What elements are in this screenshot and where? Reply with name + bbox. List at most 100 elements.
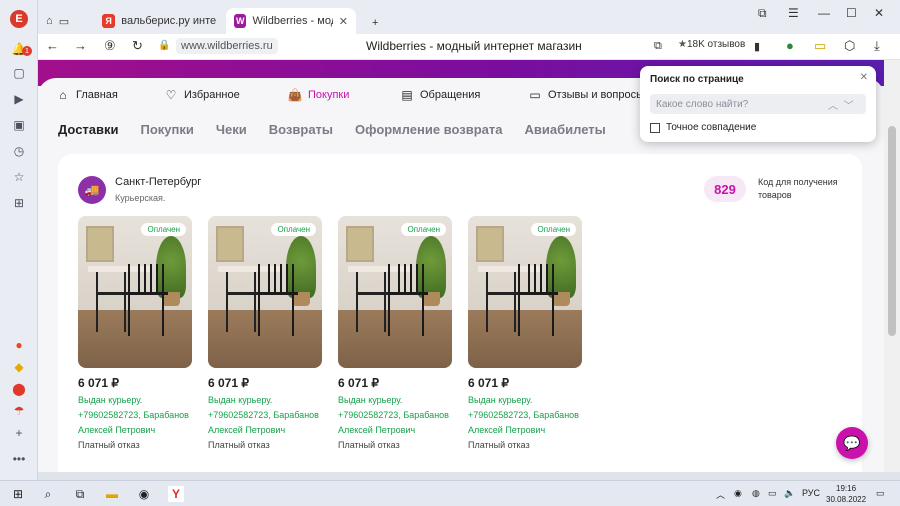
close-window-icon[interactable]: ✕ [874, 6, 884, 20]
message-icon: ▤ [401, 88, 413, 102]
search-icon[interactable]: ⌕ [40, 486, 56, 502]
tab-receipts[interactable]: Чеки [216, 122, 247, 137]
menu-icon[interactable]: ☰ [788, 6, 799, 20]
delivery-card: 🚚 Санкт-Петербург Курьерская. 829 Код дл… [58, 154, 862, 472]
tab-yandex[interactable]: Я вальберис.ру интернет м [94, 8, 224, 34]
collections-icon[interactable]: ▢ [10, 64, 28, 82]
product-card[interactable]: Оплачен 6 071 ₽ Выдан курьеру. +79602582… [338, 216, 454, 450]
exact-match-checkbox[interactable] [650, 122, 660, 133]
tab-wildberries[interactable]: W Wildberries - модный и ✕ [226, 8, 356, 34]
page-scrollbar[interactable] [884, 60, 900, 472]
reviews-button[interactable]: ★18K отзывов [678, 39, 745, 50]
system-clock[interactable]: 19:16 30.08.2022 [826, 483, 866, 505]
reviews-icon: ▭ [529, 88, 541, 102]
url-field[interactable]: www.wildberries.ru [176, 38, 278, 54]
windows-start-icon[interactable]: ⊞ [10, 486, 26, 502]
task-view-icon[interactable]: ⧉ [72, 486, 88, 502]
folder-icon[interactable]: ▭ [59, 15, 69, 28]
protect-icon[interactable]: ⑨ [104, 38, 116, 54]
weather-icon[interactable]: ☂ [10, 402, 28, 420]
product-image[interactable]: Оплачен [338, 216, 452, 368]
chevron-up-icon[interactable]: ︿ [828, 101, 838, 112]
profile-avatar[interactable]: E [10, 10, 28, 28]
download-icon[interactable]: ⤓ [874, 38, 880, 54]
file-explorer-icon[interactable]: ▬ [104, 486, 120, 502]
tab-return-form[interactable]: Оформление возврата [355, 122, 502, 137]
reload-icon[interactable]: ↻ [132, 38, 143, 54]
product-price: 6 071 ₽ [338, 376, 379, 390]
back-icon[interactable]: ← [46, 38, 59, 53]
pickup-code: 829 [704, 176, 746, 202]
new-tab-button[interactable]: + [364, 10, 386, 36]
lock-icon[interactable]: 🔒 [158, 40, 170, 51]
chat-icon: 💬 [843, 434, 861, 451]
nav-favorites[interactable]: ♡ Избранное [164, 88, 240, 102]
battery-icon[interactable]: ▭ [814, 38, 826, 54]
tray-vpn-icon[interactable]: ◍ [752, 488, 760, 499]
nav-requests[interactable]: ▤ Обращения [400, 88, 480, 102]
tab-returns[interactable]: Возвраты [269, 122, 333, 137]
screenshot-icon[interactable]: ▣ [10, 116, 28, 134]
product-card[interactable]: Оплачен 6 071 ₽ Выдан курьеру. +79602582… [468, 216, 584, 450]
minimize-icon[interactable]: — [818, 6, 830, 20]
vpn-icon[interactable]: ● [786, 38, 794, 53]
tab-flights[interactable]: Авиабилеты [525, 122, 606, 137]
tab-deliveries[interactable]: Доставки [58, 122, 119, 137]
scrollbar-thumb[interactable] [888, 126, 896, 336]
maps-icon[interactable]: ⬤ [10, 380, 28, 398]
chat-button[interactable]: 💬 [836, 427, 868, 459]
history-icon[interactable]: ◷ [10, 142, 28, 160]
tabs-overview-icon[interactable]: ⌂ ▭ [38, 8, 77, 34]
product-card[interactable]: Оплачен 6 071 ₽ Выдан курьеру. +79602582… [208, 216, 324, 450]
nav-purchases[interactable]: 👜 Покупки [288, 88, 350, 102]
play-icon[interactable]: ▶ [10, 90, 28, 108]
product-image[interactable]: Оплачен [468, 216, 582, 368]
paid-badge: Оплачен [271, 223, 316, 236]
bookmarks-icon[interactable]: ☆ [10, 168, 28, 186]
paid-refusal-link[interactable]: Платный отказ [208, 440, 324, 450]
chevron-down-icon[interactable]: ﹀ [844, 101, 854, 112]
paid-refusal-link[interactable]: Платный отказ [468, 440, 584, 450]
paid-refusal-link[interactable]: Платный отказ [338, 440, 454, 450]
yandex-favicon-icon: Я [102, 14, 116, 28]
home-icon: ⌂ [59, 88, 67, 102]
maximize-icon[interactable]: ☐ [846, 6, 857, 20]
exact-match-option[interactable]: Точное совпадение [650, 122, 756, 133]
translate-icon[interactable]: ⧉ [654, 40, 662, 53]
nav-reviews[interactable]: ▭ Отзывы и вопросы [528, 88, 644, 102]
volume-icon[interactable]: 🔈 [784, 488, 795, 499]
extensions-icon[interactable]: ⬡ [844, 38, 855, 54]
apps-icon[interactable]: ⊞ [10, 194, 28, 212]
product-card[interactable]: Оплачен 6 071 ₽ Выдан курьеру. +79602582… [78, 216, 194, 450]
forward-icon[interactable]: → [74, 38, 87, 53]
music-icon[interactable]: ● [10, 336, 28, 354]
paid-refusal-link[interactable]: Платный отказ [78, 440, 194, 450]
product-price: 6 071 ₽ [78, 376, 119, 390]
close-tab-icon[interactable]: ✕ [339, 15, 348, 28]
yandex-browser-icon[interactable]: Y [168, 486, 184, 502]
add-panel-icon[interactable]: + [10, 424, 28, 442]
batman-app-icon[interactable]: ◉ [136, 486, 152, 502]
paid-badge: Оплачен [531, 223, 576, 236]
delivery-address: Курьерская. [115, 193, 166, 203]
more-icon[interactable]: ••• [10, 450, 28, 468]
star-icon: ★ [678, 39, 687, 50]
find-navigation[interactable]: ︿ ﹀ [828, 97, 854, 112]
market-icon[interactable]: ◆ [10, 358, 28, 376]
product-image[interactable]: Оплачен [208, 216, 322, 368]
product-image[interactable]: Оплачен [78, 216, 192, 368]
tray-app-icon[interactable]: ◉ [734, 488, 742, 499]
exact-match-label: Точное совпадение [666, 122, 757, 133]
tab-purchases[interactable]: Покупки [141, 122, 194, 137]
close-icon[interactable]: ✕ [860, 72, 868, 83]
tab-manager-icon[interactable]: ⧉ [758, 6, 767, 21]
notifications-icon[interactable]: ▭ [876, 488, 885, 499]
language-indicator[interactable]: РУС [802, 488, 820, 498]
tray-chevron-icon[interactable]: ︿ [716, 488, 725, 501]
nav-home[interactable]: ⌂ Главная [56, 88, 118, 102]
network-icon[interactable]: ▭ [768, 488, 777, 499]
paid-badge: Оплачен [401, 223, 446, 236]
home-tab-icon[interactable]: ⌂ [46, 15, 53, 27]
bookmark-icon[interactable]: ▮ [754, 40, 760, 53]
browser-sidebar: E 🔔 1 ▢ ▶ ▣ ◷ ☆ ⊞ ● ◆ ⬤ ☂ + ••• [0, 0, 38, 480]
